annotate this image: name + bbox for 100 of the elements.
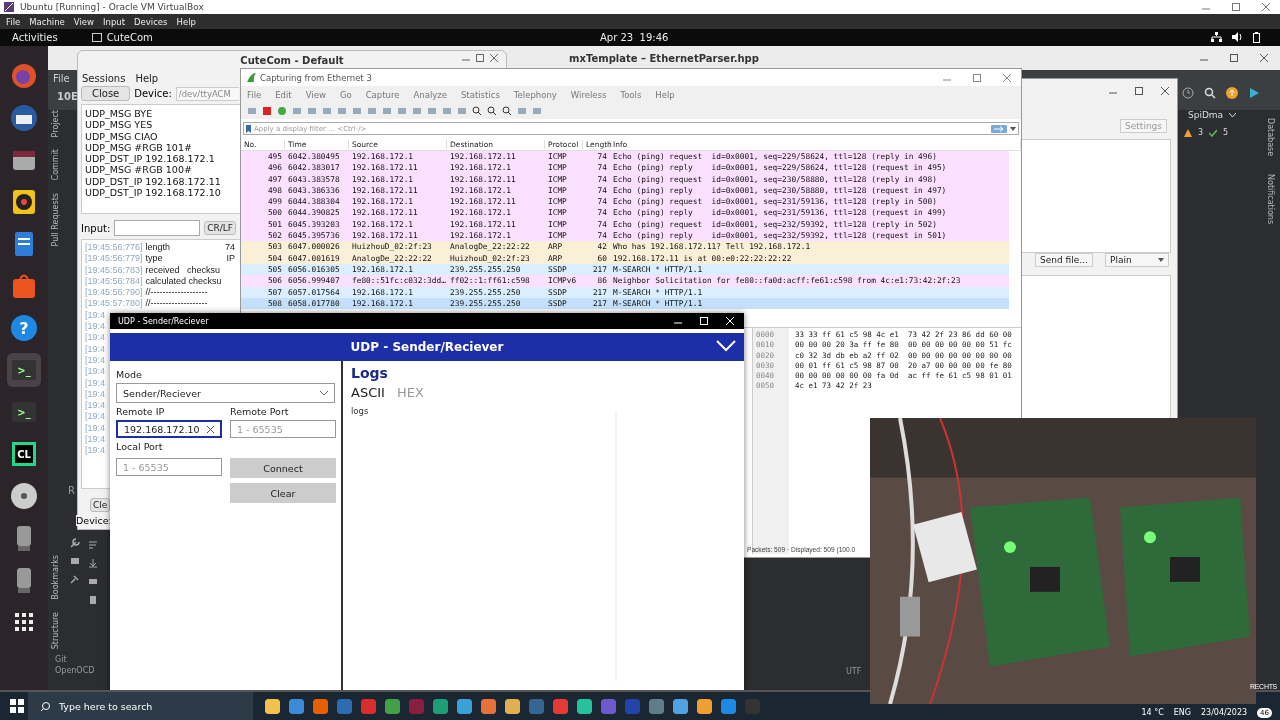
menu-item[interactable]: Machine — [29, 16, 65, 27]
menu-item[interactable]: Wireless — [570, 89, 607, 100]
dock-item[interactable]: CL — [7, 437, 41, 471]
search-icon[interactable] — [1204, 87, 1216, 99]
command-item[interactable]: UDP_MSG #RGB 100# — [82, 164, 192, 176]
menu-item[interactable]: Capture — [365, 89, 400, 100]
clear-button[interactable]: Clear — [230, 483, 336, 503]
volume-icon[interactable] — [1232, 32, 1243, 42]
menu-item[interactable]: Help — [176, 16, 196, 27]
taskbar-app-icon[interactable] — [721, 698, 736, 714]
log-timestamp: [19:4 — [85, 354, 106, 367]
layout-icon[interactable] — [70, 556, 80, 566]
command-item[interactable]: UDP_MSG BYE — [82, 108, 153, 120]
side-tab[interactable]: Commit — [51, 149, 60, 181]
menu-item[interactable]: Go — [339, 89, 352, 100]
battery-icon[interactable] — [1253, 32, 1260, 43]
side-tab[interactable]: Notifications — [1266, 174, 1275, 225]
menu-item[interactable]: Help — [655, 89, 675, 100]
field-label: Mode — [116, 369, 143, 380]
menu-item[interactable]: Edit — [275, 89, 292, 100]
app-menu[interactable]: CuteCom — [106, 32, 153, 43]
command-item[interactable]: UDP_DST_IP 192.168.172.1 — [82, 153, 215, 165]
play-icon[interactable] — [1248, 87, 1260, 99]
wrap-icon[interactable] — [88, 540, 98, 550]
taskbar-app-icon[interactable] — [697, 698, 712, 714]
toolbar-icon[interactable] — [472, 106, 482, 116]
language-indicator[interactable]: ENG — [1173, 708, 1191, 718]
network-icon[interactable] — [1211, 32, 1222, 42]
menu-item[interactable]: Tools — [620, 89, 642, 100]
side-tab[interactable]: Project — [51, 110, 60, 138]
taskbar-app-icon[interactable] — [457, 698, 472, 714]
wrench-icon[interactable] — [70, 538, 80, 548]
scroll-end-icon[interactable] — [88, 558, 98, 568]
connect-button[interactable]: Connect — [230, 458, 336, 478]
window-title: Ubuntu [Running] - Oracle VM VirtualBox — [20, 2, 204, 12]
send-file-button[interactable]: Send file... — [1035, 253, 1093, 267]
taskbar-app-icon[interactable] — [433, 698, 448, 714]
log-text: length — [145, 242, 171, 254]
chevron-down-icon[interactable] — [716, 339, 736, 353]
date-text[interactable]: 23/04/2023 — [1200, 708, 1248, 718]
toolbar-icon[interactable] — [487, 106, 497, 116]
menu-item[interactable]: File — [6, 16, 21, 27]
dock-item[interactable]: >_ — [7, 353, 41, 387]
mode-dropdown[interactable]: Sender/Reciever — [116, 383, 335, 403]
clear-icon[interactable] — [207, 425, 214, 433]
menu-item[interactable]: Telephony — [513, 89, 557, 100]
taskbar-app-icon[interactable] — [313, 698, 328, 714]
windows-logo-icon[interactable] — [10, 699, 24, 713]
device-field[interactable]: /dev/ttyACM — [175, 86, 239, 101]
menu-item[interactable]: File — [53, 73, 70, 84]
command-item[interactable]: UDP_MSG #RGB 101# — [82, 141, 192, 154]
maximize-icon[interactable] — [1135, 87, 1143, 95]
tool-tab[interactable]: OpenOCD — [55, 666, 95, 675]
menu-item[interactable]: Statistics — [460, 89, 500, 100]
format-dropdown[interactable]: Plain — [1105, 253, 1169, 267]
command-item[interactable]: UDP_DST_IP 192.168.172.11 — [82, 175, 221, 188]
menu-item[interactable]: View — [305, 89, 326, 100]
close-icon[interactable] — [1161, 87, 1169, 95]
tool-tab[interactable]: Git — [55, 655, 95, 664]
log-timestamp: [19:4 — [85, 343, 106, 355]
menu-item[interactable]: Sessions — [82, 73, 126, 84]
taskbar-app-icon[interactable] — [577, 698, 592, 714]
taskbar-app-icon[interactable] — [505, 698, 520, 714]
dock-item[interactable]: ? — [7, 311, 41, 345]
ip-field[interactable]: 192.168.172.10 — [116, 420, 222, 438]
search-field[interactable]: Type here to search — [28, 692, 253, 720]
taskbar-app-icon[interactable] — [673, 698, 688, 714]
upload-icon[interactable] — [1226, 87, 1238, 99]
dock-item[interactable]: >_ — [7, 395, 41, 429]
menu-item[interactable]: Analyze — [413, 89, 447, 100]
menu-item[interactable]: Help — [135, 73, 159, 84]
menu-item[interactable]: Devices — [134, 16, 168, 27]
menu-item[interactable]: Input — [103, 16, 125, 27]
tab[interactable]: ASCII — [351, 385, 385, 400]
weather-text[interactable]: 14 °C — [1141, 708, 1164, 718]
taskbar-app-icon[interactable] — [289, 698, 304, 714]
activities-button[interactable]: Activities — [12, 32, 58, 43]
side-tab[interactable]: Database — [1266, 118, 1275, 157]
clock[interactable]: Apr 23 19:46 — [600, 32, 669, 43]
close-icon[interactable] — [1260, 54, 1268, 62]
menu-item[interactable]: File — [247, 89, 262, 100]
config-selector[interactable]: SpiDma — [1188, 110, 1237, 120]
side-tab[interactable]: Structure — [51, 611, 60, 649]
clock-icon[interactable] — [1182, 87, 1194, 99]
maximize-icon[interactable] — [1230, 54, 1238, 62]
close-button[interactable]: Close — [81, 86, 131, 101]
clear-button[interactable]: Cle — [90, 498, 111, 512]
command-item[interactable]: UDP_DST_IP 192.168.172.10 — [82, 187, 221, 199]
toolbar-icon[interactable] — [502, 106, 512, 116]
taskbar-app-icon[interactable] — [481, 698, 496, 714]
input-field[interactable] — [114, 220, 201, 236]
menu-item[interactable]: View — [73, 16, 94, 27]
command-item[interactable]: UDP_MSG CIAO — [82, 130, 158, 142]
side-tab[interactable]: Bookmarks — [51, 555, 60, 600]
taskbar-app-icon[interactable] — [265, 698, 280, 714]
taskbar-app-icon[interactable] — [385, 698, 400, 714]
log-timestamp: [19:45:56:783] — [85, 264, 143, 276]
line-ending-dropdown[interactable]: CR/LF — [204, 221, 237, 235]
side-tab[interactable]: Pull Requests — [51, 192, 60, 247]
command-item[interactable]: UDP_MSG YES — [82, 119, 153, 131]
